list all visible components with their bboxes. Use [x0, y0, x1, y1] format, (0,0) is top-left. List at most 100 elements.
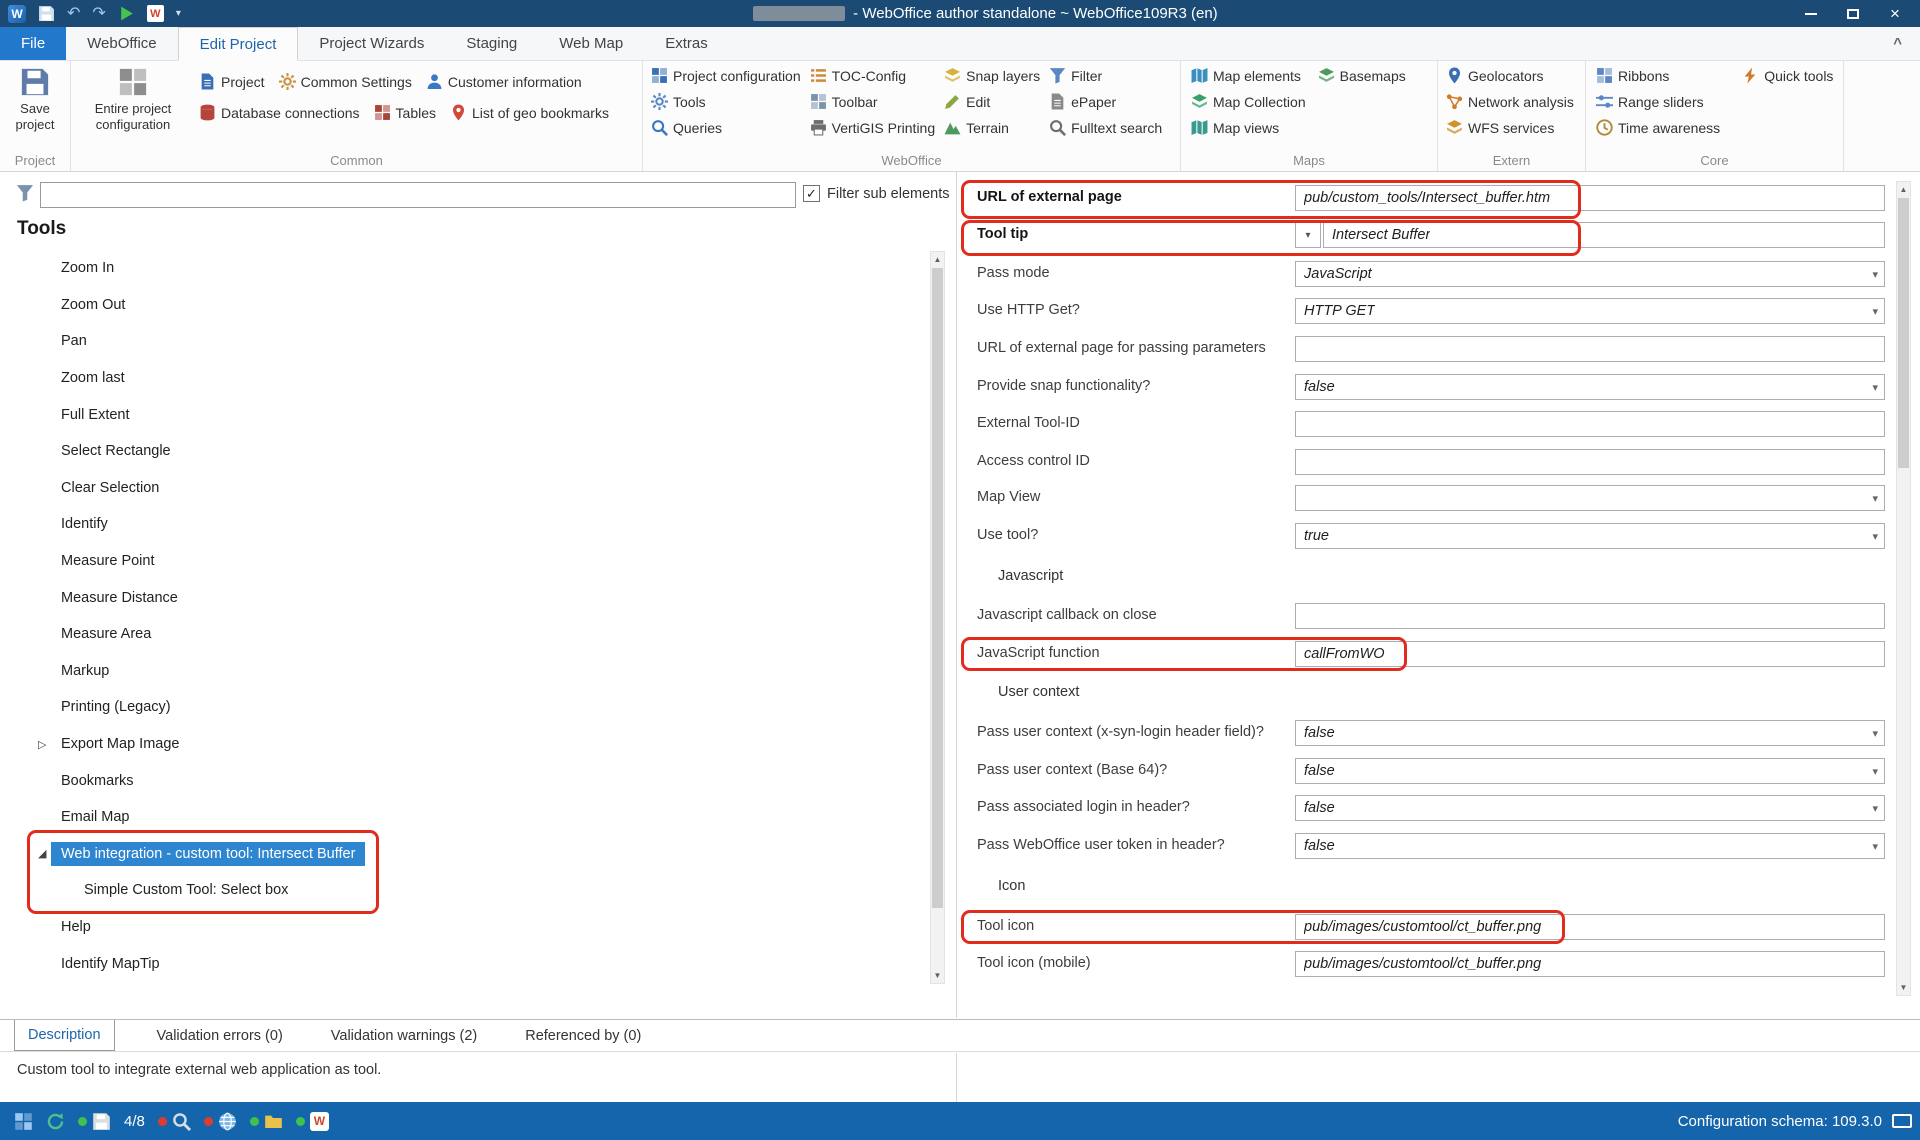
- close-button[interactable]: ×: [1874, 0, 1916, 27]
- ribbon-item-epaper[interactable]: ePaper: [1049, 93, 1116, 110]
- scrollbar-thumb[interactable]: [1898, 198, 1909, 468]
- tree-item-select-rectangle[interactable]: Select Rectangle: [0, 433, 928, 470]
- sync-icon[interactable]: [46, 1112, 65, 1131]
- pass-user-context-base64-select[interactable]: false▾: [1295, 758, 1885, 784]
- ribbon-item-list-of-geo-bookmarks[interactable]: List of geo bookmarks: [450, 104, 609, 121]
- save-icon[interactable]: [38, 5, 55, 22]
- tab-file[interactable]: File: [0, 27, 66, 60]
- tree-item-zoom-in[interactable]: Zoom In: [0, 250, 928, 287]
- ribbon-item-toc-config[interactable]: TOC-Config: [810, 67, 906, 84]
- pass-associated-login-select[interactable]: false▾: [1295, 795, 1885, 821]
- external-tool-id-input[interactable]: [1295, 411, 1885, 437]
- dropdown-arrow-icon[interactable]: ▾: [1872, 262, 1878, 286]
- tool-tip-input[interactable]: Intersect Buffer: [1323, 222, 1885, 248]
- weboffice-status[interactable]: W: [296, 1112, 329, 1131]
- scrollbar-thumb[interactable]: [932, 268, 943, 908]
- tree-item-simple-custom-tool[interactable]: Simple Custom Tool: Select box: [0, 872, 928, 909]
- ribbon-item-toolbar[interactable]: Toolbar: [810, 93, 878, 110]
- weboffice-icon[interactable]: W: [147, 5, 164, 22]
- ribbon-item-customer-information[interactable]: Customer information: [426, 73, 582, 90]
- access-control-id-input[interactable]: [1295, 449, 1885, 475]
- tree-item-pan[interactable]: Pan: [0, 323, 928, 360]
- javascript-function-input[interactable]: callFromWO: [1295, 641, 1885, 667]
- scroll-up-icon[interactable]: ▲: [931, 252, 944, 267]
- ribbon-item-map-collection[interactable]: Map Collection: [1191, 93, 1306, 110]
- tab-validation-warnings[interactable]: Validation warnings (2): [325, 1020, 483, 1051]
- panel-divider[interactable]: [956, 172, 957, 1018]
- filter-input[interactable]: [40, 182, 796, 208]
- ribbon-item-range-sliders[interactable]: Range sliders: [1596, 93, 1704, 110]
- dropdown-arrow-icon[interactable]: ▾: [1872, 486, 1878, 510]
- tree-item-email-map[interactable]: Email Map: [0, 799, 928, 836]
- ribbon-item-time-awareness[interactable]: Time awareness: [1596, 119, 1720, 136]
- expander-collapsed-icon[interactable]: ▷: [38, 738, 46, 751]
- tree-item-web-integration-custom-tool[interactable]: ◢Web integration - custom tool: Intersec…: [0, 836, 928, 873]
- tree-item-identify[interactable]: Identify: [0, 506, 928, 543]
- dropdown-arrow-icon[interactable]: ▾: [1872, 721, 1878, 745]
- tree-item-printing-legacy[interactable]: Printing (Legacy): [0, 689, 928, 726]
- ribbon-item-network-analysis[interactable]: Network analysis: [1446, 93, 1574, 110]
- tab-extras[interactable]: Extras: [644, 27, 729, 60]
- tree-scrollbar[interactable]: ▲ ▼: [930, 251, 945, 984]
- ribbon-item-map-elements[interactable]: Map elements: [1191, 67, 1301, 84]
- scroll-up-icon[interactable]: ▲: [1897, 182, 1910, 197]
- ribbon-item-queries[interactable]: Queries: [651, 119, 722, 136]
- tab-staging[interactable]: Staging: [445, 27, 538, 60]
- ribbon-item-database-connections[interactable]: Database connections: [199, 104, 360, 121]
- tab-project-wizards[interactable]: Project Wizards: [298, 27, 445, 60]
- ribbon-item-project-configuration[interactable]: Project configuration: [651, 67, 801, 84]
- ribbon-item-fulltext-search[interactable]: Fulltext search: [1049, 119, 1162, 136]
- tab-referenced-by[interactable]: Referenced by (0): [519, 1020, 647, 1051]
- tool-icon-input[interactable]: pub/images/customtool/ct_buffer.png: [1295, 914, 1885, 940]
- filter-sub-elements-checkbox[interactable]: ✓: [803, 185, 820, 202]
- pass-mode-select[interactable]: JavaScript▾: [1295, 261, 1885, 287]
- undo-icon[interactable]: ↶: [67, 6, 80, 22]
- tree-item-export-map-image[interactable]: ▷Export Map Image: [0, 726, 928, 763]
- dropdown-arrow-icon[interactable]: ▾: [1872, 299, 1878, 323]
- url-of-external-page-input[interactable]: pub/custom_tools/Intersect_buffer.htm: [1295, 185, 1885, 211]
- url-for-passing-parameters-input[interactable]: [1295, 336, 1885, 362]
- tree-item-markup[interactable]: Markup: [0, 653, 928, 690]
- collapse-ribbon-icon[interactable]: ^: [1893, 27, 1920, 60]
- use-http-get-select[interactable]: HTTP GET▾: [1295, 298, 1885, 324]
- javascript-callback-on-close-input[interactable]: [1295, 603, 1885, 629]
- map-view-select[interactable]: ▾: [1295, 485, 1885, 511]
- dropdown-arrow-icon[interactable]: ▾: [1872, 524, 1878, 548]
- search-status[interactable]: [158, 1112, 191, 1131]
- ribbon-item-tools[interactable]: Tools: [651, 93, 706, 110]
- tree-item-zoom-last[interactable]: Zoom last: [0, 360, 928, 397]
- ribbon-item-basemaps[interactable]: Basemaps: [1318, 67, 1406, 84]
- properties-scrollbar[interactable]: ▲ ▼: [1896, 181, 1911, 996]
- window-grid-icon[interactable]: [14, 1112, 33, 1131]
- tree-item-zoom-out[interactable]: Zoom Out: [0, 287, 928, 324]
- expander-expanded-icon[interactable]: ◢: [38, 847, 46, 860]
- ribbon-item-wfs-services[interactable]: WFS services: [1446, 119, 1574, 136]
- tab-description[interactable]: Description: [14, 1020, 115, 1051]
- dropdown-arrow-icon[interactable]: ▾: [1872, 375, 1878, 399]
- tool-icon-mobile-input[interactable]: pub/images/customtool/ct_buffer.png: [1295, 951, 1885, 977]
- tree-item-full-extent[interactable]: Full Extent: [0, 396, 928, 433]
- globe-status[interactable]: [204, 1112, 237, 1131]
- scroll-down-icon[interactable]: ▼: [931, 968, 944, 983]
- use-tool-select[interactable]: true▾: [1295, 523, 1885, 549]
- dropdown-arrow-icon[interactable]: ▾: [1872, 834, 1878, 858]
- tree-item-measure-area[interactable]: Measure Area: [0, 616, 928, 653]
- save-project-button[interactable]: Save project: [4, 67, 66, 134]
- ribbon-item-project[interactable]: Project: [199, 73, 265, 90]
- dropdown-arrow-icon[interactable]: ▾: [1872, 759, 1878, 783]
- tree-item-help[interactable]: Help: [0, 909, 928, 946]
- redo-icon[interactable]: ↷: [92, 6, 105, 22]
- provide-snap-functionality-select[interactable]: false▾: [1295, 374, 1885, 400]
- ribbon-item-terrain[interactable]: Terrain: [944, 119, 1009, 136]
- save-status[interactable]: [78, 1112, 111, 1131]
- maximize-button[interactable]: [1832, 0, 1874, 27]
- pass-weboffice-user-token-select[interactable]: false▾: [1295, 833, 1885, 859]
- tree-item-measure-point[interactable]: Measure Point: [0, 543, 928, 580]
- ribbon-item-quick-tools[interactable]: Quick tools: [1742, 67, 1833, 84]
- ribbon-item-filter[interactable]: Filter: [1049, 67, 1102, 84]
- ribbon-item-vertigis-printing[interactable]: VertiGIS Printing: [810, 119, 936, 136]
- tree-item-bookmarks[interactable]: Bookmarks: [0, 762, 928, 799]
- entire-project-configuration-button[interactable]: Entire project configuration: [77, 67, 189, 134]
- scroll-down-icon[interactable]: ▼: [1897, 980, 1910, 995]
- dropdown-arrow-icon[interactable]: ▾: [1872, 796, 1878, 820]
